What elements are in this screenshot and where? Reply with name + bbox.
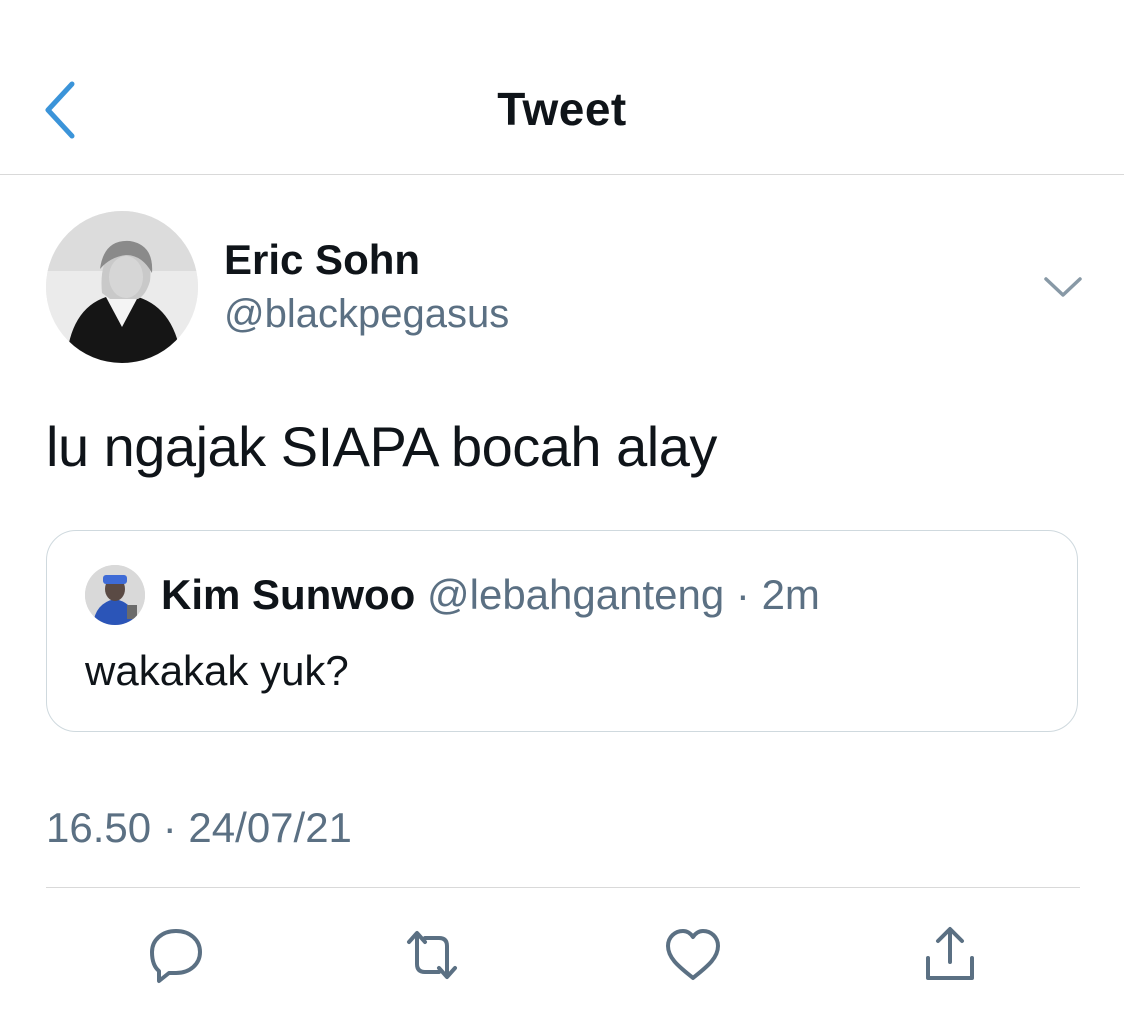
share-icon [926,927,974,980]
retweet-button[interactable] [397,920,467,990]
share-button[interactable] [915,920,985,990]
author-photo [46,211,198,363]
reply-button[interactable] [141,920,211,990]
tweet-menu-button[interactable] [1040,270,1086,304]
quoted-author-avatar [85,565,145,625]
author-avatar[interactable] [46,211,198,363]
meta-separator: · [735,571,750,618]
heart-icon [666,929,720,980]
tweet-timestamp: 16.50 · 24/07/21 [46,804,352,851]
page-title: Tweet [497,83,627,135]
author-name[interactable]: Eric Sohn [224,236,420,284]
quoted-tweet-time: 2m [761,571,820,618]
quoted-tweet-meta: Kim Sunwoo @lebahganteng · 2m [161,571,820,619]
chevron-down-icon [1044,277,1082,297]
tweet-text: lu ngajak SIAPA bocah alay [46,415,717,478]
author-handle[interactable]: @blackpegasus [224,292,509,337]
quoted-tweet-text: wakakak yuk? [85,647,349,694]
quoted-tweet[interactable]: Kim Sunwoo @lebahganteng · 2m wakakak yu… [46,530,1078,732]
action-divider [46,887,1080,888]
quoted-author-handle: @lebahganteng [427,571,725,618]
reply-icon [150,929,202,983]
top-nav-bar: Tweet [0,0,1124,175]
quoted-author-name: Kim Sunwoo [161,571,416,618]
retweet-icon [407,931,457,979]
quoted-author-photo [85,565,145,625]
like-button[interactable] [658,920,728,990]
